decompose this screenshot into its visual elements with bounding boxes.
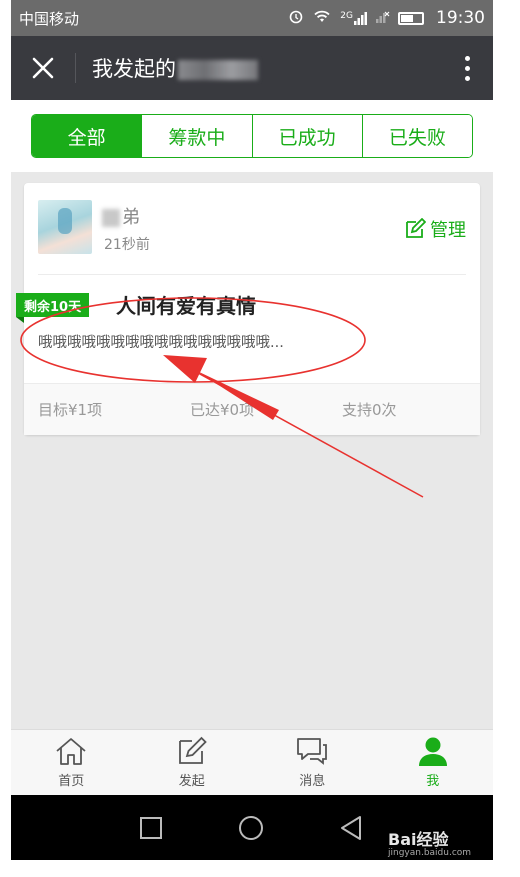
status-bar: 中国移动 2G 19:30 [11,0,493,36]
battery-icon [398,11,424,25]
stat-target: 目标¥1项 [38,401,103,419]
project-card[interactable]: 弟 21秒前 管理 剩余10天 人间有爱有真情 哦哦哦哦哦哦哦哦哦哦哦哦哦哦哦哦… [16,183,480,435]
user-name: 弟 [102,203,140,229]
card-divider [38,274,466,275]
bottom-tab-label: 我 [426,774,440,789]
wifi-icon [312,8,332,28]
stat-reached: 已达¥0项 [190,401,255,419]
bottom-tab-create[interactable]: 发起 [132,730,253,795]
clock-label: 19:30 [436,8,485,28]
nav-bar: 我发起的 [11,36,493,100]
page-title-text: 我发起的 [92,57,176,81]
user-icon [418,737,447,766]
tab-fundraising[interactable]: 筹款中 [141,115,252,157]
home-button-icon[interactable] [237,814,265,842]
days-left-badge: 剩余10天 [16,293,90,323]
bottom-tab-me[interactable]: 我 [373,730,494,795]
baidu-watermark: Bai经验 jingyan.baidu.com [388,826,471,858]
stat-support: 支持0次 [342,401,397,419]
status-icons: 2G 19:30 [288,8,485,28]
tab-succeeded[interactable]: 已成功 [251,115,362,157]
no-signal-icon [376,9,390,27]
signal-icon: 2G [340,11,368,25]
bottom-tab-label: 消息 [299,774,326,789]
bottom-tab-messages[interactable]: 消息 [252,730,373,795]
watermark-brand: Bai经验 [388,830,449,849]
title-blurred-region [178,60,258,80]
more-dot-icon [464,55,470,61]
more-dot-icon [464,65,470,71]
alarm-icon [288,8,304,28]
name-blurred-region [102,209,120,227]
segmented-tabs: 全部 筹款中 已成功 已失败 [31,114,473,158]
more-menu-button[interactable] [441,55,493,81]
network-type-label: 2G [340,11,353,21]
filter-tab-bar: 全部 筹款中 已成功 已失败 [11,100,493,172]
bottom-tab-home[interactable]: 首页 [11,730,132,795]
user-name-text: 弟 [122,207,140,228]
carrier-label: 中国移动 [19,9,80,28]
chat-icon [297,738,328,765]
recent-apps-icon[interactable] [138,815,164,841]
tab-failed[interactable]: 已失败 [361,115,472,157]
bottom-tab-bar: 首页 发起 消息 我 [11,729,493,795]
home-icon [56,738,86,765]
back-icon[interactable] [338,814,366,842]
manage-button[interactable]: 管理 [404,216,466,242]
project-description: 哦哦哦哦哦哦哦哦哦哦哦哦哦哦哦哦... [38,335,284,351]
close-button[interactable] [11,36,75,100]
edit-icon [406,218,426,238]
project-stats: 目标¥1项 已达¥0项 支持0次 [24,383,480,435]
phone-screen: 中国移动 2G 19:30 我发起的 全部 筹款中 已成功 已失败 弟 21秒前… [11,0,493,860]
bottom-tab-label: 发起 [178,774,205,789]
edit-icon [178,736,207,764]
watermark-url: jingyan.baidu.com [388,848,472,858]
post-time: 21秒前 [104,237,150,253]
page-title: 我发起的 [76,53,441,83]
more-dot-icon [464,75,470,81]
bottom-tab-label: 首页 [58,774,85,789]
avatar [38,200,92,254]
project-title: 人间有爱有真情 [116,294,256,318]
manage-label: 管理 [430,220,466,241]
tab-all[interactable]: 全部 [32,115,142,157]
close-icon [32,57,54,79]
